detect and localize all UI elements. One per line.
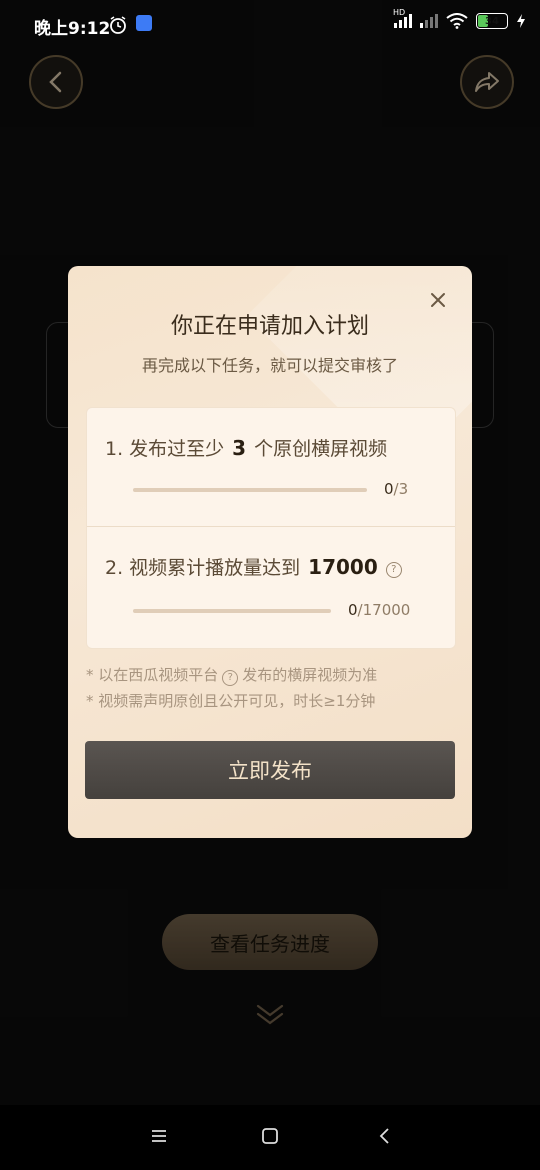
publish-now-button[interactable]: 立即发布 (85, 741, 455, 799)
back-nav-icon[interactable] (376, 1127, 394, 1145)
task-1-prefix: 1. 发布过至少 (105, 438, 225, 460)
task-1-suffix: 个原创横屏视频 (254, 438, 388, 460)
task-2-text: 2. 视频累计播放量达到 17000 ? (105, 553, 402, 580)
home-icon[interactable] (261, 1127, 279, 1145)
task-1-total: /3 (393, 480, 409, 498)
publish-now-label: 立即发布 (228, 759, 312, 783)
task-2-count: 0/17000 (348, 601, 410, 619)
note-1-prefix: * 以在西瓜视频平台 (86, 666, 219, 684)
status-icons: HD 34 (393, 8, 526, 29)
task-item-1: 1. 发布过至少 3 个原创横屏视频 0/3 (87, 408, 455, 526)
task-1-progress-bar (133, 488, 367, 492)
task-item-2: 2. 视频累计播放量达到 17000 ? 0/17000 (87, 526, 455, 645)
task-1-count: 0/3 (384, 480, 408, 498)
help-icon[interactable]: ? (222, 670, 239, 686)
join-plan-dialog: 你正在申请加入计划 再完成以下任务，就可以提交审核了 1. 发布过至少 3 个原… (68, 266, 472, 838)
signal-weak-icon (420, 14, 438, 28)
task-2-total: /17000 (357, 601, 411, 619)
close-icon (431, 293, 445, 307)
note-1: * 以在西瓜视频平台? 发布的横屏视频为准 (86, 662, 377, 688)
charging-icon (517, 14, 525, 28)
task-list: 1. 发布过至少 3 个原创横屏视频 0/3 2. 视频累计播放量达到 1700… (86, 407, 456, 649)
task-1-text: 1. 发布过至少 3 个原创横屏视频 (105, 434, 387, 461)
task-2-prefix: 2. 视频累计播放量达到 (105, 557, 301, 579)
battery-icon: 34 (476, 13, 508, 29)
note-1-suffix: 发布的横屏视频为准 (242, 666, 378, 684)
status-time: 晚上9:12 (34, 19, 111, 39)
help-icon[interactable]: ? (385, 561, 402, 578)
note-2: * 视频需声明原创且公开可见，时长≥1分钟 (86, 692, 376, 710)
notes: * 以在西瓜视频平台? 发布的横屏视频为准 * 视频需声明原创且公开可见，时长≥1… (86, 662, 377, 714)
wifi-icon (446, 13, 468, 29)
battery-level: 34 (485, 15, 499, 27)
task-1-target: 3 (232, 436, 247, 460)
menu-icon[interactable] (150, 1127, 168, 1145)
network-label: HD (393, 8, 406, 17)
task-2-progress-bar (133, 609, 331, 613)
signal-icon: HD (393, 8, 412, 28)
dialog-title: 你正在申请加入计划 (170, 314, 369, 339)
app-notification-icon (136, 15, 152, 31)
dialog-subtitle: 再完成以下任务，就可以提交审核了 (141, 356, 398, 375)
task-1-current: 0 (384, 480, 394, 498)
task-2-current: 0 (348, 601, 358, 619)
task-2-target: 17000 (308, 555, 378, 579)
alarm-icon (110, 16, 126, 34)
status-bar: 晚上9:12 HD 34 (0, 0, 540, 50)
